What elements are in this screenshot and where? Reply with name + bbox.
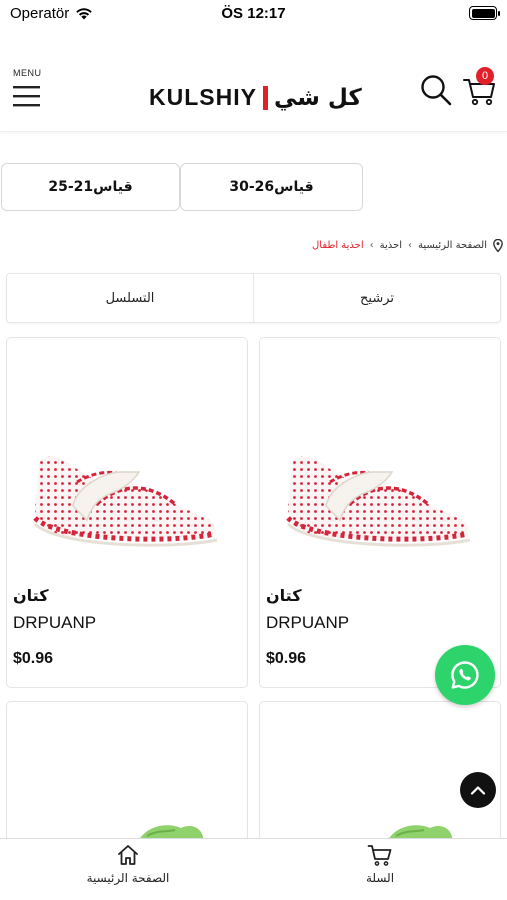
breadcrumb-shoes[interactable]: احذية — [380, 240, 402, 251]
product-card[interactable]: كتان DRPUANP $0.96 — [6, 337, 248, 688]
chevron-left-icon: ‹ — [408, 240, 412, 251]
scroll-to-top-button[interactable] — [460, 772, 496, 808]
nav-home-label: الصفحة الرئيسية — [86, 871, 170, 885]
bottom-nav: الصفحة الرئيسية السلة — [0, 838, 507, 900]
logo-arabic: كل شي — [273, 84, 362, 111]
location-pin-icon — [493, 239, 503, 252]
cart-icon — [367, 845, 392, 866]
menu-button[interactable]: MENU — [12, 68, 44, 114]
battery-icon — [469, 6, 500, 20]
size-filter-21-25[interactable]: قياس21-25 — [1, 163, 180, 211]
chevron-up-icon — [470, 786, 486, 795]
breadcrumb-kids-shoes: احذية اطفال — [312, 240, 364, 251]
cart-count-badge: 0 — [476, 67, 494, 85]
nav-home[interactable]: الصفحة الرئيسية — [48, 843, 208, 885]
logo-divider — [262, 85, 268, 110]
product-card[interactable]: كتان DRPUANP $0.96 — [259, 337, 501, 688]
product-code: DRPUANP — [266, 613, 350, 632]
cart-button[interactable]: 0 — [462, 67, 498, 106]
brand-logo[interactable]: KULSHIY كل شي — [149, 84, 362, 111]
menu-label: MENU — [13, 68, 42, 78]
home-icon — [118, 845, 138, 865]
hamburger-icon — [13, 86, 40, 107]
nav-cart-label: السلة — [365, 871, 395, 885]
logo-latin: KULSHIY — [149, 84, 257, 110]
search-icon — [421, 75, 452, 106]
status-time: ÖS 12:17 — [221, 5, 286, 22]
product-name: كتان — [266, 586, 302, 605]
product-name: كتان — [13, 586, 49, 605]
product-price: $0.96 — [266, 650, 307, 667]
breadcrumb: الصفحة الرئيسية ‹ احذية ‹ احذية اطفال — [312, 239, 503, 252]
product-code: DRPUANP — [13, 613, 97, 632]
status-bar: Operatör ÖS 12:17 — [0, 0, 507, 30]
product-image — [286, 456, 471, 547]
sort-filter-bar: التسلسل ترشيح — [6, 273, 501, 323]
size-filter-26-30[interactable]: قياس26-30 — [180, 163, 363, 211]
whatsapp-button[interactable] — [435, 645, 495, 705]
product-price: $0.96 — [13, 650, 54, 667]
sort-order-button[interactable]: التسلسل — [7, 274, 253, 322]
filter-button[interactable]: ترشيح — [253, 274, 500, 322]
product-image — [33, 456, 218, 547]
whatsapp-icon — [451, 661, 479, 689]
chevron-left-icon: ‹ — [369, 240, 374, 251]
nav-cart[interactable]: السلة — [300, 843, 460, 885]
breadcrumb-home[interactable]: الصفحة الرئيسية — [418, 240, 487, 251]
app-header: MENU KULSHIY كل شي 0 — [0, 60, 507, 132]
search-button[interactable] — [420, 74, 452, 106]
